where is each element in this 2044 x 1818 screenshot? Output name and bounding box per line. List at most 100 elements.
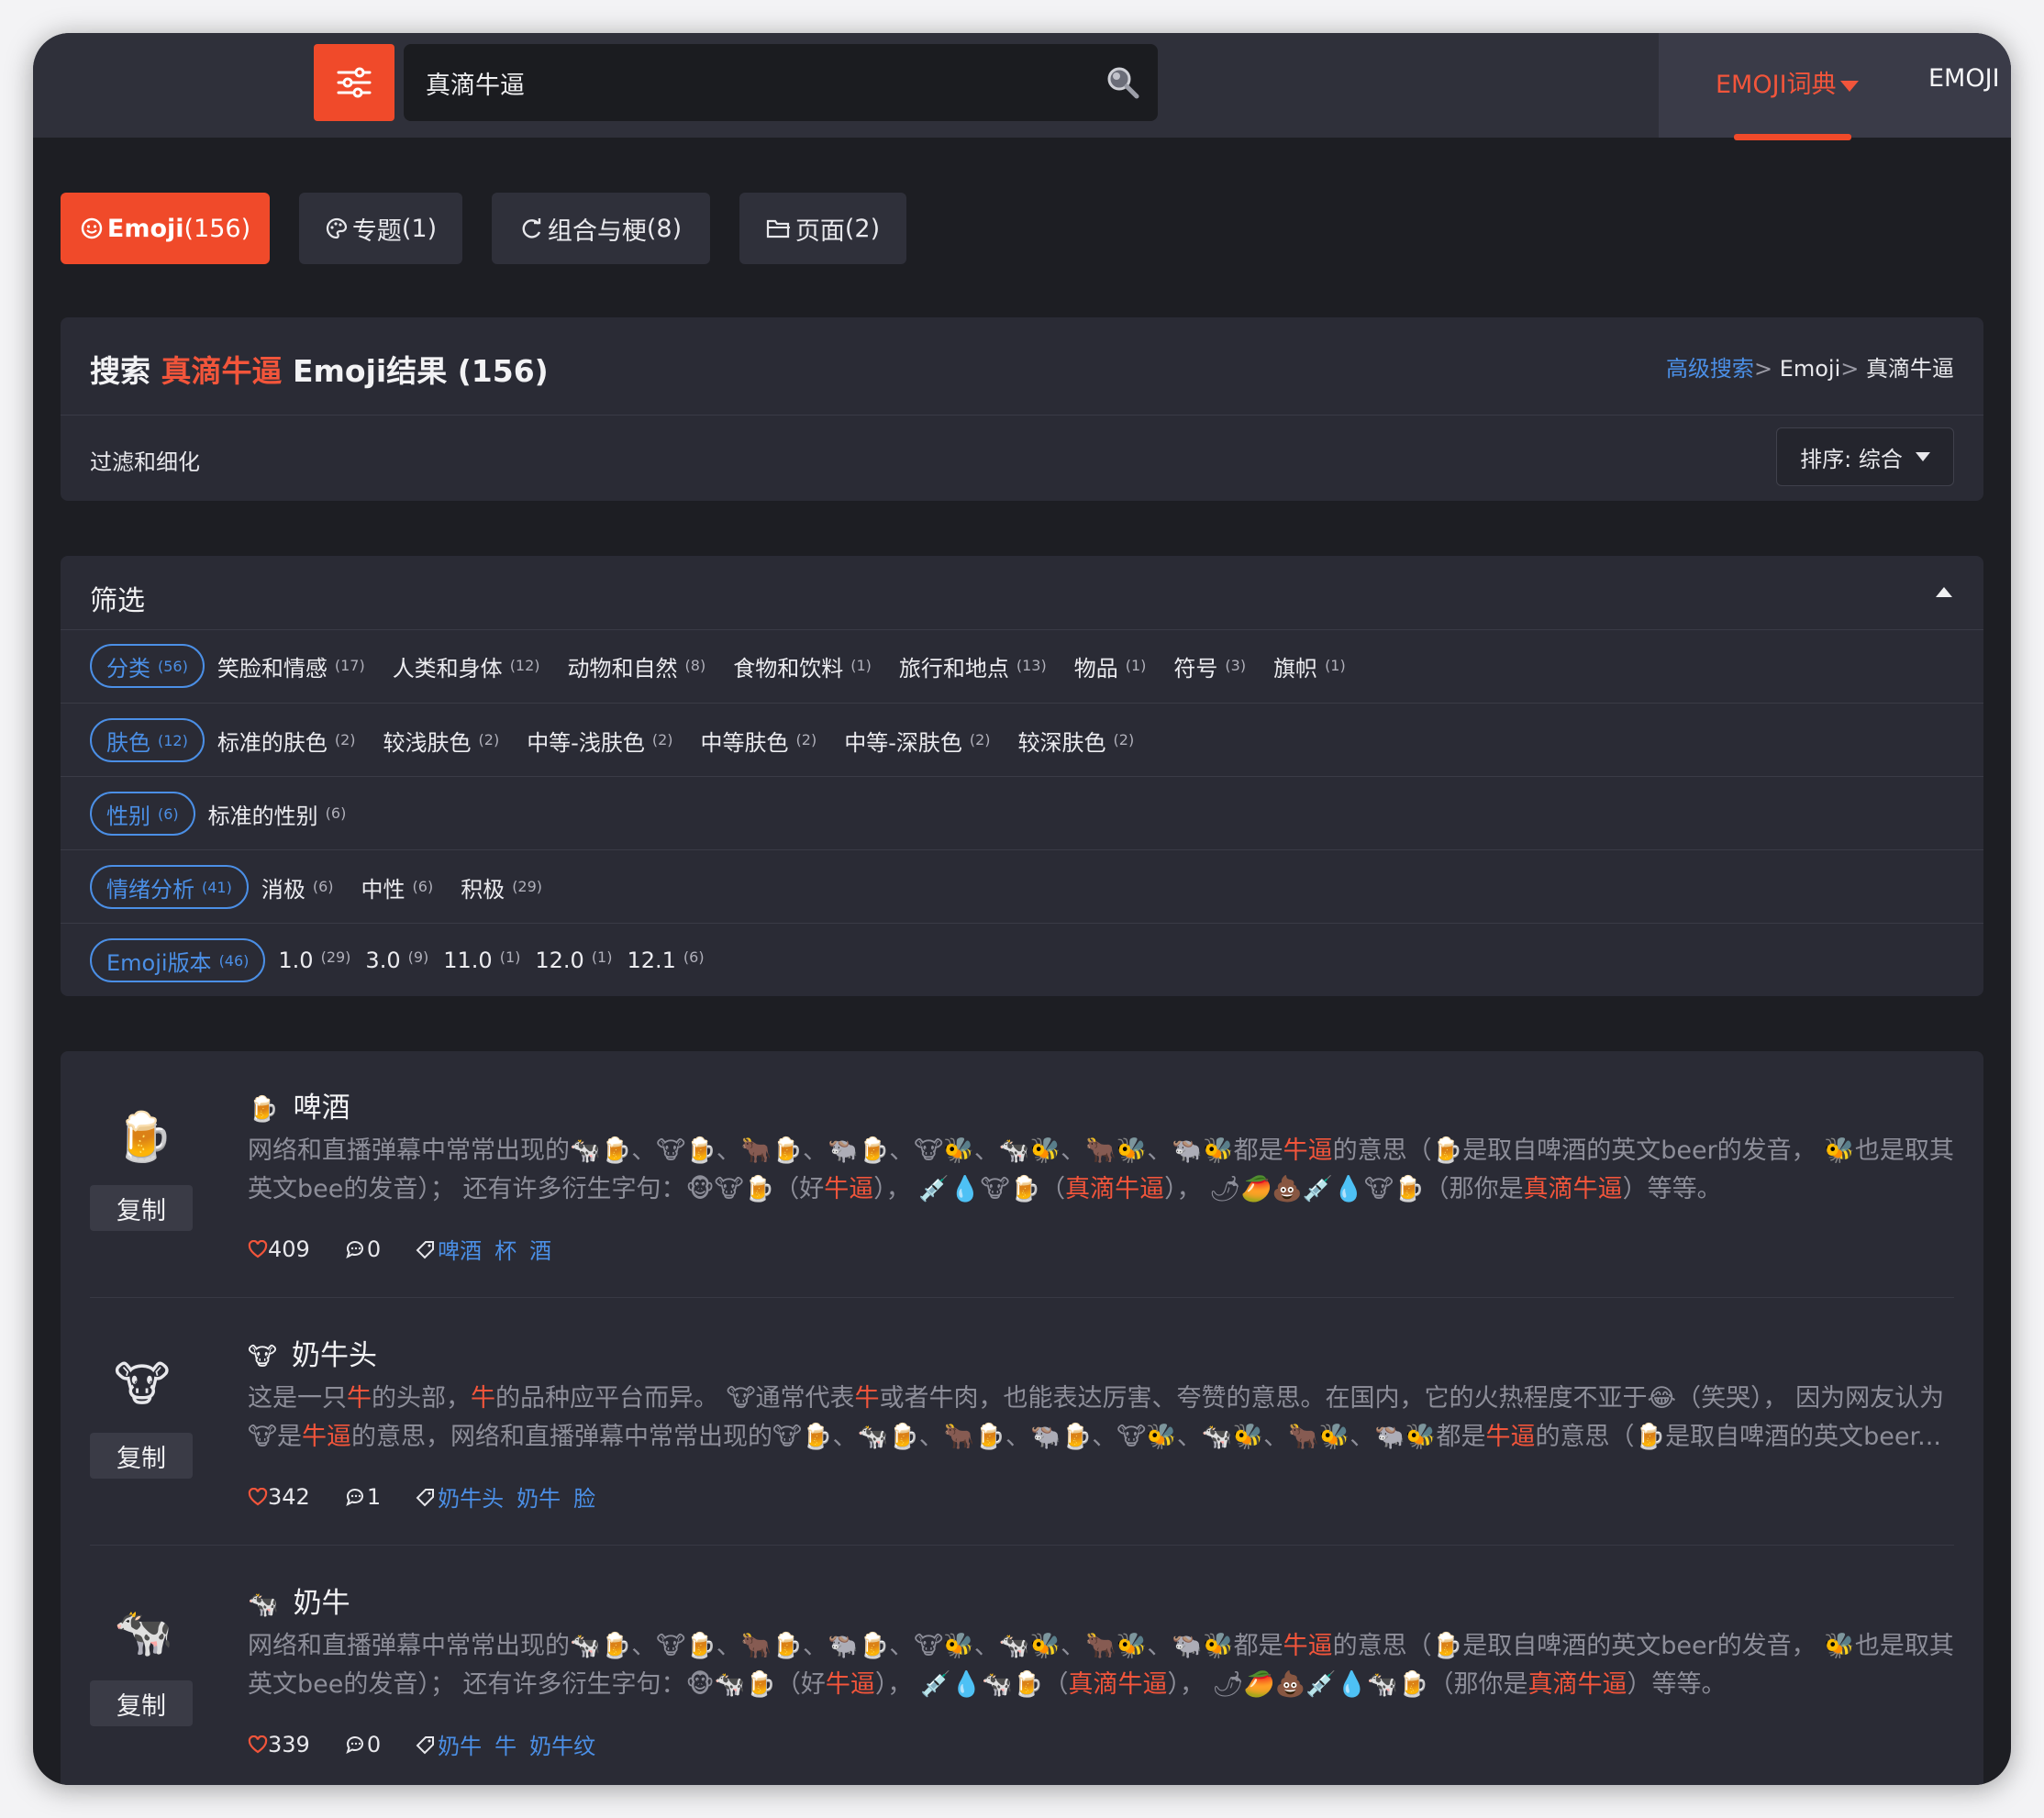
divider [61,923,1983,924]
filter-option[interactable]: 较深肤色 (2) [1018,725,1135,757]
copy-button[interactable]: 复制 [90,1680,193,1726]
filter-option[interactable]: 笑脸和情感 (17) [217,650,365,682]
tag-link[interactable]: 奶牛 [517,1480,561,1513]
tag-icon [416,1240,435,1258]
comment-count[interactable]: 1 [345,1484,381,1510]
filter-option[interactable]: 食物和饮料 (1) [733,650,872,682]
caret-down-icon [1915,452,1930,461]
filter-option-label: 11.0 [443,948,493,973]
filter-option-count: (1) [850,656,872,674]
description-text: ）等等。 [1622,1175,1722,1203]
tab-pages[interactable]: 页面 (2) [739,193,906,264]
filter-category-pill[interactable]: 性别 (6) [90,792,195,836]
filter-option[interactable]: 12.1 (6) [627,948,704,973]
filter-option[interactable]: 旅行和地点 (13) [899,650,1047,682]
tag-link[interactable]: 奶牛纹 [529,1728,595,1760]
filter-category-pill[interactable]: 肤色 (12) [90,718,205,762]
tag-link[interactable]: 酒 [529,1233,551,1265]
breadcrumb-emoji[interactable]: Emoji [1780,356,1841,382]
comment-icon [346,1488,363,1506]
smile-icon [80,216,104,240]
highlight-keyword: 牛逼 [825,1670,875,1699]
nav-emoji-dictionary[interactable]: EMOJI词典 [1716,64,1859,100]
tag-link[interactable]: 奶牛头 [438,1480,504,1513]
filter-option[interactable]: 中等-浅肤色 (2) [527,725,672,757]
like-count[interactable]: 342 [248,1484,310,1510]
highlight-keyword: 真滴牛逼 [1065,1175,1165,1203]
tab-emoji-count: (156) [183,214,251,243]
filter-option[interactable]: 人类和身体 (12) [393,650,540,682]
filter-option[interactable]: 符号 (3) [1173,650,1246,682]
nav-emoji-second[interactable]: EMOJI [1928,64,2000,93]
emoji-image[interactable]: 🐮 [114,1361,171,1409]
breadcrumb-advanced-search[interactable]: 高级搜索 [1666,356,1754,382]
emoji-meta: 339 0 奶牛牛奶牛纹 [248,1728,643,1760]
emoji-image[interactable]: 🍺 [114,1114,173,1161]
highlight-keyword: 真滴牛逼 [1068,1670,1168,1699]
emoji-title[interactable]: 🐄 奶牛 [248,1580,350,1621]
filter-option[interactable]: 11.0 (1) [443,948,520,973]
emoji-image[interactable]: 🐄 [114,1609,173,1657]
filter-option[interactable]: 标准的性别 (6) [208,798,347,830]
description-text: 的头部， [372,1384,471,1413]
search-icon[interactable] [1105,64,1141,105]
filter-option[interactable]: 12.0 (1) [535,948,612,973]
emoji-title[interactable]: 🐮 奶牛头 [248,1332,377,1373]
tab-topics[interactable]: 专题 (1) [299,193,462,264]
tab-combos[interactable]: 组合与梗 (8) [492,193,710,264]
tag-icon [416,1488,435,1506]
tag-link[interactable]: 啤酒 [438,1233,482,1265]
comment-count[interactable]: 0 [345,1732,381,1757]
filter-option-count: (29) [320,948,351,966]
filter-option[interactable]: 标准的肤色 (2) [217,725,356,757]
collapse-caret-icon[interactable] [1936,587,1952,597]
like-count[interactable]: 409 [248,1236,310,1262]
breadcrumb-separator: > [1840,356,1860,382]
divider [90,1545,1954,1546]
sort-dropdown[interactable]: 排序: 综合 [1776,427,1954,486]
app-window: EMOJI词典 EMOJI Emoji (156) 专题 (1) 组合与梗 (8… [33,33,2011,1785]
filter-option[interactable]: 中等-深肤色 (2) [844,725,990,757]
emoji-title-glyph: 🍺 [248,1095,279,1124]
filter-category-label: Emoji版本 [106,949,212,976]
filter-option[interactable]: 中性 (6) [361,871,434,903]
filter-category-pill[interactable]: Emoji版本 (46) [90,938,266,982]
copy-button[interactable]: 复制 [90,1433,193,1479]
filter-option[interactable]: 1.0 (29) [278,948,350,973]
copy-button[interactable]: 复制 [90,1185,193,1231]
search-input[interactable] [426,44,1068,121]
palette-icon [325,216,349,240]
comment-icon [346,1735,363,1754]
filter-option-label: 食物和饮料 [733,655,844,682]
filter-category-pill[interactable]: 情绪分析 (41) [90,865,249,909]
filter-option-label: 中性 [361,876,405,903]
comment-count[interactable]: 0 [345,1236,381,1262]
filter-category-count: (41) [202,878,232,896]
filter-option[interactable]: 中等肤色 (2) [701,725,817,757]
tag-link[interactable]: 脸 [573,1480,595,1513]
filter-category-pill[interactable]: 分类 (56) [90,644,205,688]
tag-link[interactable]: 奶牛 [438,1728,482,1760]
tab-emoji[interactable]: Emoji (156) [61,193,270,264]
filter-option[interactable]: 3.0 (9) [365,948,428,973]
tag-link[interactable]: 杯 [494,1233,517,1265]
filter-option[interactable]: 物品 (1) [1074,650,1147,682]
tab-emoji-label: Emoji [106,214,184,243]
emoji-title[interactable]: 🍺 啤酒 [248,1084,350,1125]
filter-option[interactable]: 消极 (6) [261,871,334,903]
filter-option[interactable]: 较浅肤色 (2) [383,725,500,757]
filter-option-label: 中等-浅肤色 [527,729,645,756]
breadcrumb-separator: > [1753,356,1773,382]
like-count[interactable]: 339 [248,1732,310,1757]
filter-settings-button[interactable] [314,44,394,121]
filter-option[interactable]: 动物和自然 (8) [568,650,706,682]
divider [61,703,1983,704]
divider [61,629,1983,630]
tag-list: 奶牛头 奶牛脸 [416,1480,608,1513]
filter-category-count: (56) [158,657,188,675]
filter-option[interactable]: 旗帜 (1) [1273,650,1346,682]
divider [61,415,1983,416]
tag-link[interactable]: 牛 [494,1728,517,1760]
filter-option[interactable]: 积极 (29) [461,871,542,903]
highlight-keyword: 牛逼 [1283,1632,1333,1660]
